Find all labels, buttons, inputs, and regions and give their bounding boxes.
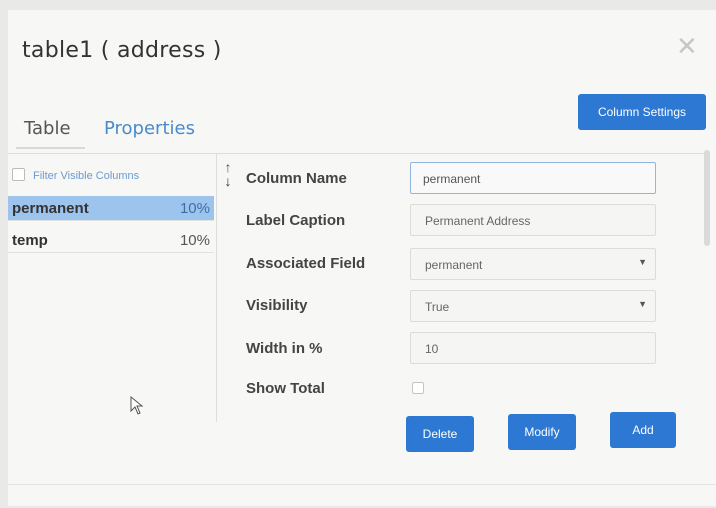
label-caption-field[interactable]: Permanent Address [410, 204, 656, 236]
column-width: 10% [179, 232, 210, 249]
associated-field-label: Associated Field [246, 255, 366, 272]
modify-button[interactable]: Modify [508, 414, 576, 450]
delete-button[interactable]: Delete [406, 416, 474, 452]
width-value: 10 [425, 342, 439, 356]
visibility-value: True [425, 300, 450, 314]
associated-field-value: permanent [425, 258, 483, 272]
dialog-title: table1 ( address ) [22, 38, 222, 63]
column-row-temp[interactable]: temp 10% [8, 228, 214, 252]
column-name-label: Column Name [246, 170, 347, 187]
filter-checkbox[interactable] [12, 168, 25, 181]
associated-field-select[interactable]: permanent ▼ [410, 248, 656, 280]
column-name-field[interactable] [410, 162, 656, 194]
close-icon[interactable]: ✕ [676, 32, 698, 62]
tab-bar: Table Properties [8, 114, 716, 154]
move-down-arrow-icon[interactable]: ↓ [221, 174, 235, 188]
column-list-panel: Filter Visible Columns permanent 10% tem… [8, 154, 217, 422]
row-divider [8, 252, 214, 253]
show-total-checkbox[interactable] [412, 382, 424, 394]
mouse-pointer-icon [130, 396, 144, 415]
column-name: temp [12, 232, 48, 249]
tab-table[interactable]: Table [16, 118, 85, 149]
chevron-down-icon: ▼ [638, 299, 647, 309]
visibility-select[interactable]: True ▼ [410, 290, 656, 322]
sort-arrows: ↑ ↓ [221, 160, 235, 188]
add-button[interactable]: Add [610, 412, 676, 448]
column-row-permanent[interactable]: permanent 10% [8, 196, 214, 220]
column-width: 10% [179, 200, 210, 217]
scrollbar[interactable] [704, 150, 710, 246]
label-caption-value: Permanent Address [425, 214, 531, 228]
filter-visible-columns[interactable]: Filter Visible Columns [12, 168, 139, 182]
width-field[interactable]: 10 [410, 332, 656, 364]
row-divider [8, 220, 214, 221]
label-caption-label: Label Caption [246, 212, 346, 229]
filter-label: Filter Visible Columns [33, 170, 140, 182]
tab-properties[interactable]: Properties [104, 118, 195, 139]
column-settings-dialog: table1 ( address ) ✕ Column Settings Tab… [8, 10, 716, 506]
footer-divider [8, 484, 716, 485]
move-up-arrow-icon[interactable]: ↑ [221, 160, 235, 174]
show-total-label: Show Total [246, 380, 325, 397]
chevron-down-icon: ▼ [638, 257, 647, 267]
visibility-label: Visibility [246, 297, 308, 314]
column-name: permanent [12, 200, 89, 217]
width-label: Width in % [246, 340, 323, 357]
column-name-input[interactable] [423, 172, 623, 186]
